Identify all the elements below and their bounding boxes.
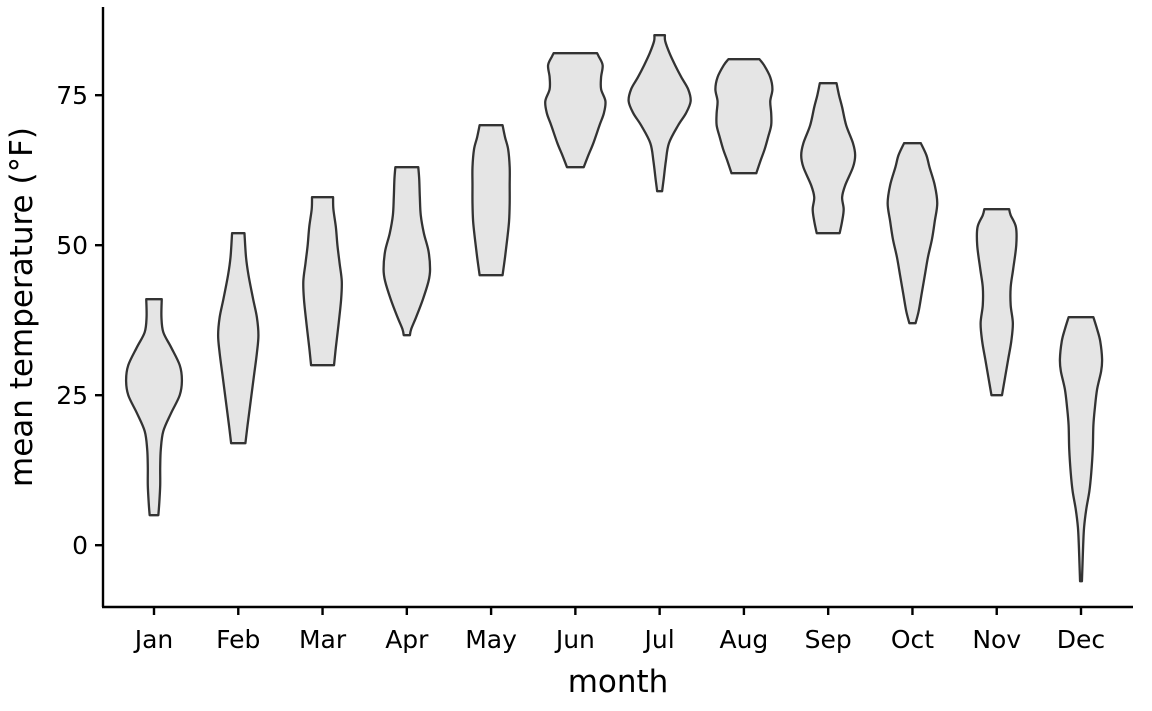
violin-mar bbox=[302, 196, 344, 367]
y-axis-title: mean temperature (°F) bbox=[4, 127, 40, 487]
violin-may bbox=[471, 124, 511, 277]
violin-dec bbox=[1058, 316, 1104, 583]
y-tick-label: 75 bbox=[56, 81, 88, 110]
y-tick-label: 25 bbox=[56, 381, 88, 410]
violin-jul bbox=[627, 34, 692, 193]
violin-apr bbox=[382, 166, 432, 337]
violin-chart: 0 25 50 75 Jan Feb Mar Apr May Jun Jul Aug Sep Oct No… bbox=[4, 7, 1133, 700]
x-axis-title: month bbox=[568, 664, 669, 700]
x-tick-label: Jul bbox=[643, 625, 675, 654]
x-tick-label: May bbox=[465, 625, 517, 654]
x-tick-label: Jun bbox=[554, 625, 595, 654]
x-tick-label: Aug bbox=[719, 625, 768, 654]
x-axis-ticks: Jan Feb Mar Apr May Jun Jul Aug Sep Oct Nov Dec bbox=[133, 607, 1105, 654]
x-tick-label: Dec bbox=[1057, 625, 1105, 654]
violin-feb bbox=[216, 232, 260, 445]
y-tick-label: 50 bbox=[56, 231, 88, 260]
violins-layer bbox=[124, 34, 1104, 583]
y-axis-ticks: 0 25 50 75 bbox=[56, 81, 103, 560]
violin-sep bbox=[800, 82, 857, 235]
x-tick-label: Jan bbox=[133, 625, 174, 654]
violin-jan bbox=[124, 298, 184, 517]
x-tick-label: Sep bbox=[805, 625, 852, 654]
x-tick-label: Feb bbox=[216, 625, 260, 654]
x-tick-label: Mar bbox=[299, 625, 347, 654]
violin-oct bbox=[886, 142, 939, 325]
x-tick-label: Apr bbox=[385, 625, 429, 654]
x-tick-label: Nov bbox=[972, 625, 1021, 654]
x-tick-label: Oct bbox=[891, 625, 934, 654]
violin-nov bbox=[975, 208, 1018, 397]
y-tick-label: 0 bbox=[72, 531, 88, 560]
violin-jun bbox=[544, 52, 607, 169]
violin-aug bbox=[714, 58, 774, 175]
